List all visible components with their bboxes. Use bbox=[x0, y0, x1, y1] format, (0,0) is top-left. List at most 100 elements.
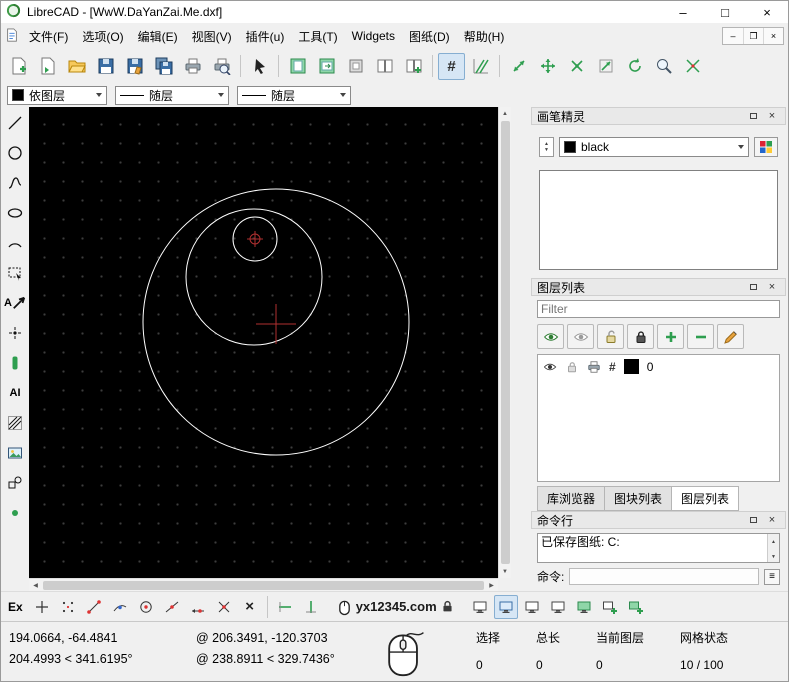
view-2-button[interactable] bbox=[494, 595, 518, 619]
close-dock-icon[interactable]: × bbox=[764, 280, 780, 294]
ellipse-tool-button[interactable] bbox=[4, 202, 26, 224]
scale-button[interactable] bbox=[592, 53, 619, 80]
snap-distance-button[interactable] bbox=[186, 595, 210, 619]
restrict-vertical-button[interactable] bbox=[299, 595, 323, 619]
menu-options[interactable]: 选项(O) bbox=[75, 24, 130, 49]
layer-filter-input[interactable] bbox=[537, 300, 780, 318]
grid-toggle-button[interactable]: # bbox=[438, 53, 465, 80]
horizontal-scroll-thumb[interactable] bbox=[43, 581, 484, 590]
save-button[interactable] bbox=[92, 53, 119, 80]
menu-edit[interactable]: 编辑(E) bbox=[131, 24, 185, 49]
tab-block-list[interactable]: 图块列表 bbox=[605, 486, 672, 511]
block-tool-button[interactable] bbox=[4, 472, 26, 494]
close-dock-icon[interactable]: × bbox=[764, 109, 780, 123]
restrict-horizontal-button[interactable] bbox=[273, 595, 297, 619]
close-button[interactable]: × bbox=[746, 1, 788, 23]
scroll-up-icon[interactable]: ▲ bbox=[771, 535, 776, 550]
pen-color-combo[interactable]: black bbox=[559, 137, 749, 157]
line-width-select[interactable]: 随层 bbox=[115, 86, 229, 105]
maximize-button[interactable]: □ bbox=[704, 1, 746, 23]
canvas-horizontal-scrollbar[interactable]: ◀ ▶ bbox=[29, 578, 498, 591]
save-all-button[interactable] bbox=[150, 53, 177, 80]
scroll-down-icon[interactable]: ▼ bbox=[771, 550, 776, 563]
explode-button[interactable] bbox=[679, 53, 706, 80]
layer-construction-icon[interactable]: # bbox=[609, 360, 616, 374]
float-dock-icon[interactable] bbox=[745, 280, 761, 294]
add-layer-button[interactable] bbox=[657, 324, 684, 349]
new-file-button[interactable] bbox=[5, 53, 32, 80]
command-history-box[interactable]: 已保存图纸: C: ▲ ▼ bbox=[537, 533, 780, 563]
arc-tool-button[interactable] bbox=[4, 232, 26, 254]
vertical-scroll-thumb[interactable] bbox=[501, 121, 510, 564]
image-tool-button[interactable] bbox=[4, 442, 26, 464]
menu-plugins[interactable]: 插件(u) bbox=[239, 24, 292, 49]
select-pointer-button[interactable] bbox=[246, 53, 273, 80]
view-4-button[interactable] bbox=[546, 595, 570, 619]
edit-layer-button[interactable] bbox=[717, 324, 744, 349]
layer-lock-icon[interactable] bbox=[565, 360, 579, 374]
dock-splitter[interactable] bbox=[511, 107, 531, 591]
mdi-close-button[interactable]: × bbox=[763, 28, 783, 44]
lock-all-layers-button[interactable] bbox=[627, 324, 654, 349]
spin-down-icon[interactable]: ▼ bbox=[544, 147, 549, 154]
isometric-grid-button[interactable] bbox=[467, 53, 494, 80]
split-view-button[interactable] bbox=[371, 53, 398, 80]
move-button[interactable] bbox=[563, 53, 590, 80]
layer-print-icon[interactable] bbox=[587, 360, 601, 374]
menu-file[interactable]: 文件(F) bbox=[22, 24, 75, 49]
view-3-button[interactable] bbox=[520, 595, 544, 619]
print-button[interactable] bbox=[179, 53, 206, 80]
select-window-tool-button[interactable] bbox=[4, 262, 26, 284]
color-picker-button[interactable] bbox=[754, 137, 778, 157]
pen-color-select[interactable]: 依图层 bbox=[7, 86, 107, 105]
scroll-right-icon[interactable]: ▶ bbox=[485, 579, 498, 592]
block-view-button[interactable] bbox=[342, 53, 369, 80]
new-view-button[interactable] bbox=[400, 53, 427, 80]
command-history-scrollbar[interactable]: ▲ ▼ bbox=[767, 534, 779, 562]
workspace-left-button[interactable] bbox=[284, 53, 311, 80]
restrict-ortho-button[interactable] bbox=[534, 53, 561, 80]
dimension-tool-button[interactable]: A bbox=[4, 292, 26, 314]
drawing-canvas[interactable] bbox=[29, 107, 498, 578]
menu-view[interactable]: 视图(V) bbox=[185, 24, 239, 49]
print-preview-button[interactable] bbox=[208, 53, 235, 80]
save-view-button[interactable] bbox=[624, 595, 648, 619]
canvas-vertical-scrollbar[interactable]: ▲ ▼ bbox=[498, 107, 511, 578]
view-1-button[interactable] bbox=[468, 595, 492, 619]
layer-row[interactable]: # 0 bbox=[538, 355, 779, 378]
text-tool-button[interactable]: AI bbox=[4, 382, 26, 404]
remove-layer-button[interactable] bbox=[687, 324, 714, 349]
line-tool-button[interactable] bbox=[4, 112, 26, 134]
command-options-button[interactable]: ≡ bbox=[764, 569, 780, 585]
menu-tools[interactable]: 工具(T) bbox=[291, 24, 344, 49]
menu-widgets[interactable]: Widgets bbox=[345, 25, 402, 47]
float-dock-icon[interactable] bbox=[745, 513, 761, 527]
snap-grid-button[interactable] bbox=[56, 595, 80, 619]
restrict-free-button[interactable] bbox=[505, 53, 532, 80]
snap-intersection-button[interactable] bbox=[212, 595, 236, 619]
snap-center-button[interactable] bbox=[134, 595, 158, 619]
snap-free-button[interactable] bbox=[30, 595, 54, 619]
menu-help[interactable]: 帮助(H) bbox=[457, 24, 512, 49]
clear-snap-button[interactable]: × bbox=[238, 595, 262, 619]
spline-tool-button[interactable] bbox=[4, 172, 26, 194]
menu-drawings[interactable]: 图纸(D) bbox=[402, 24, 457, 49]
snap-middle-button[interactable] bbox=[160, 595, 184, 619]
new-from-template-button[interactable] bbox=[34, 53, 61, 80]
hide-all-layers-button[interactable] bbox=[567, 324, 594, 349]
layer-visible-icon[interactable] bbox=[543, 360, 557, 374]
circle-tool-button[interactable] bbox=[4, 142, 26, 164]
hatch-tool-button[interactable] bbox=[4, 412, 26, 434]
tab-library-browser[interactable]: 库浏览器 bbox=[537, 486, 605, 511]
scroll-up-icon[interactable]: ▲ bbox=[499, 107, 512, 120]
workspace-right-button[interactable] bbox=[313, 53, 340, 80]
zoom-query-button[interactable] bbox=[650, 53, 677, 80]
command-input[interactable] bbox=[569, 568, 759, 585]
pen-width-spinner[interactable]: ▲ ▼ bbox=[539, 137, 554, 157]
save-as-button[interactable] bbox=[121, 53, 148, 80]
more-tools-button[interactable] bbox=[4, 502, 26, 524]
line-type-select[interactable]: 随层 bbox=[237, 86, 351, 105]
snap-entity-button[interactable] bbox=[108, 595, 132, 619]
show-all-layers-button[interactable] bbox=[537, 324, 564, 349]
rotate-button[interactable] bbox=[621, 53, 648, 80]
